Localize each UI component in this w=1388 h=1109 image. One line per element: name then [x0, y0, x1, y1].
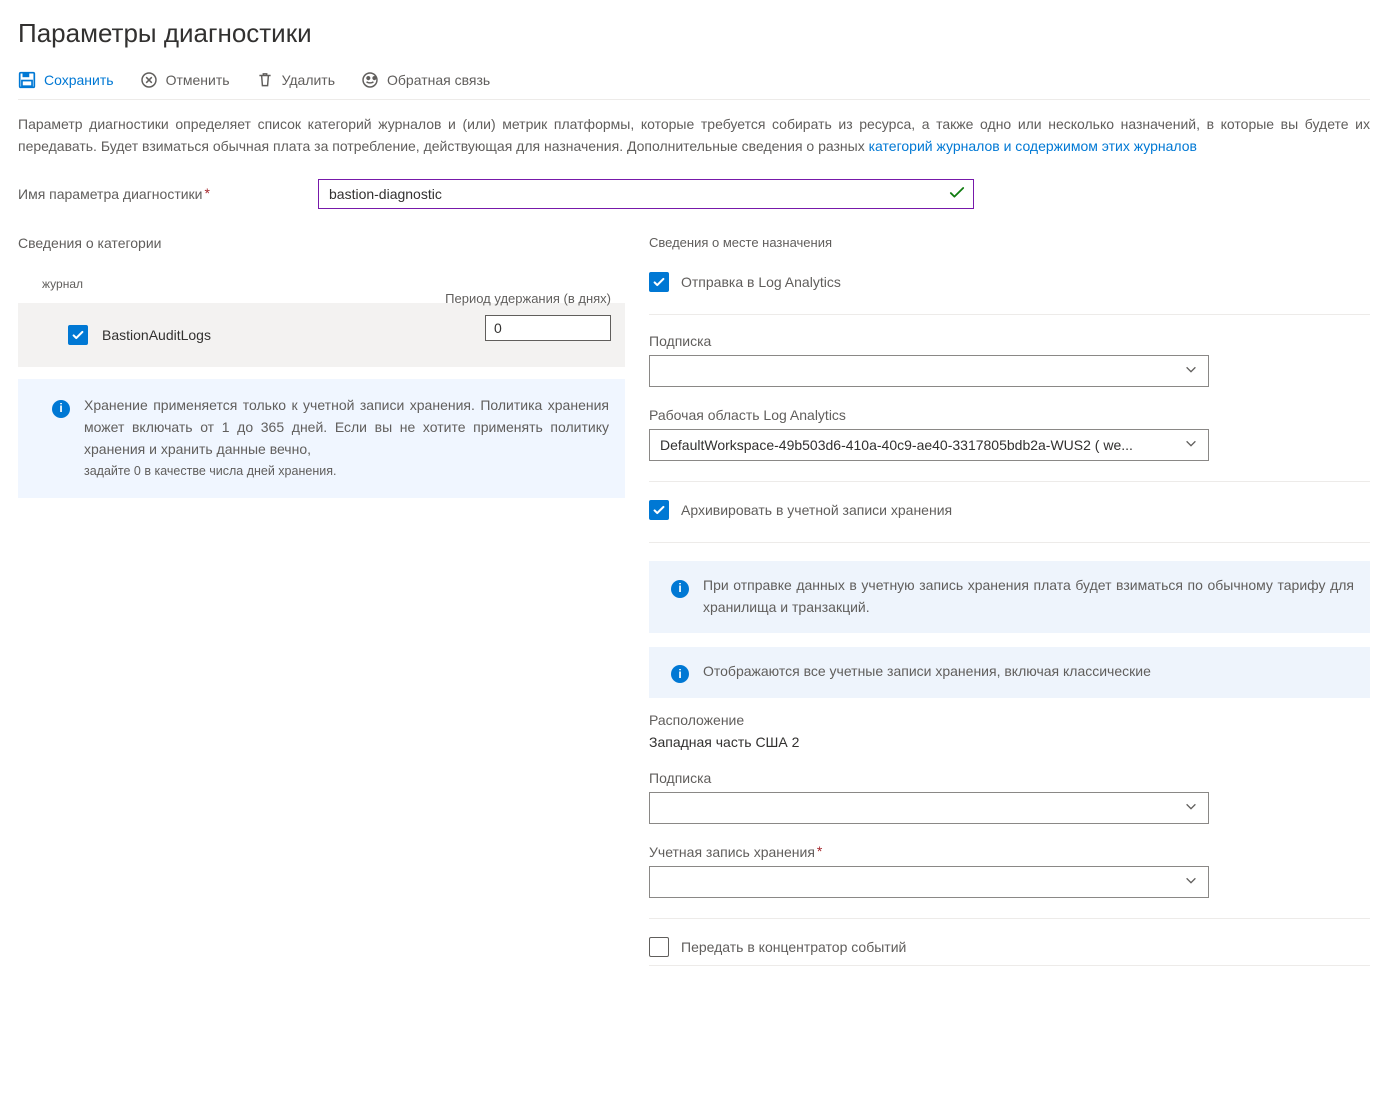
- diagnostic-name-input[interactable]: [318, 179, 974, 209]
- dest-storage-row: Архивировать в учетной записи хранения: [649, 500, 1370, 520]
- log-analytics-checkbox[interactable]: [649, 272, 669, 292]
- log-analytics-label: Отправка в Log Analytics: [681, 274, 841, 290]
- eventhub-label: Передать в концентратор событий: [681, 939, 906, 955]
- chevron-down-icon: [1184, 363, 1198, 380]
- storage-location-value: Западная часть США 2: [649, 734, 1370, 750]
- diagnostic-name-label: Имя параметра диагностики: [18, 186, 298, 202]
- dest-eventhub-row: Передать в концентратор событий: [649, 937, 1370, 957]
- log-bastion-checkbox[interactable]: [68, 325, 88, 345]
- storage-account-select[interactable]: [649, 866, 1209, 898]
- chevron-down-icon: [1184, 800, 1198, 817]
- description-link[interactable]: категорий журналов и содержимом этих жур…: [869, 138, 1197, 154]
- feedback-icon: [361, 71, 379, 89]
- info-icon: i: [671, 575, 689, 618]
- storage-info-1: i При отправке данных в учетную запись х…: [649, 561, 1370, 632]
- diagnostic-name-row: Имя параметра диагностики: [18, 179, 1370, 209]
- category-details-column: Сведения о категории журнал BastionAudit…: [18, 235, 625, 976]
- storage-account-label: Учетная запись хранения: [649, 844, 1370, 860]
- la-workspace-select[interactable]: DefaultWorkspace-49b503d6-410a-40c9-ae40…: [649, 429, 1209, 461]
- retention-input[interactable]: [485, 315, 611, 341]
- delete-button[interactable]: Удалить: [256, 71, 335, 89]
- retention-label: Период удержания (в днях): [445, 291, 611, 306]
- category-heading: Сведения о категории: [18, 235, 625, 251]
- storage-info-1-text: При отправке данных в учетную запись хра…: [703, 575, 1354, 618]
- page-title: Параметры диагностики: [18, 0, 1370, 71]
- retention-info-text-1: Хранение применяется только к учетной за…: [84, 397, 609, 456]
- toolbar: Сохранить Отменить Удалить: [18, 71, 1370, 100]
- feedback-button[interactable]: Обратная связь: [361, 71, 490, 89]
- info-icon: i: [671, 661, 689, 685]
- retention-info-text-2: задайте 0 в качестве числа дней хранения…: [84, 464, 336, 478]
- chevron-down-icon: [1184, 874, 1198, 891]
- save-button[interactable]: Сохранить: [18, 71, 114, 89]
- description-paragraph: Параметр диагностики определяет список к…: [18, 114, 1370, 157]
- storage-subscription-select[interactable]: [649, 792, 1209, 824]
- dest-log-analytics-row: Отправка в Log Analytics: [649, 272, 1370, 292]
- log-subheading: журнал: [42, 277, 625, 291]
- discard-label: Отменить: [166, 72, 230, 88]
- storage-info-2: i Отображаются все учетные записи хранен…: [649, 647, 1370, 699]
- la-workspace-value: DefaultWorkspace-49b503d6-410a-40c9-ae40…: [660, 437, 1133, 453]
- destination-heading: Сведения о месте назначения: [649, 235, 1370, 250]
- info-icon: i: [52, 395, 70, 482]
- storage-label: Архивировать в учетной записи хранения: [681, 502, 952, 518]
- la-subscription-label: Подписка: [649, 333, 1370, 349]
- delete-label: Удалить: [282, 72, 335, 88]
- check-icon: [948, 184, 966, 205]
- discard-icon: [140, 71, 158, 89]
- storage-checkbox[interactable]: [649, 500, 669, 520]
- eventhub-checkbox[interactable]: [649, 937, 669, 957]
- storage-subscription-label: Подписка: [649, 770, 1370, 786]
- chevron-down-icon: [1184, 437, 1198, 454]
- la-subscription-select[interactable]: [649, 355, 1209, 387]
- log-row-bastion: BastionAuditLogs Период удержания (в дня…: [18, 303, 625, 367]
- save-label: Сохранить: [44, 72, 114, 88]
- log-bastion-name: BastionAuditLogs: [102, 327, 211, 343]
- la-workspace-label: Рабочая область Log Analytics: [649, 407, 1370, 423]
- save-icon: [18, 71, 36, 89]
- discard-button[interactable]: Отменить: [140, 71, 230, 89]
- storage-location-label: Расположение: [649, 712, 1370, 728]
- delete-icon: [256, 71, 274, 89]
- storage-info-2-text: Отображаются все учетные записи хранения…: [703, 661, 1151, 685]
- feedback-label: Обратная связь: [387, 72, 490, 88]
- destination-details-column: Сведения о месте назначения Отправка в L…: [625, 235, 1370, 976]
- retention-info-box: i Хранение применяется только к учетной …: [18, 379, 625, 498]
